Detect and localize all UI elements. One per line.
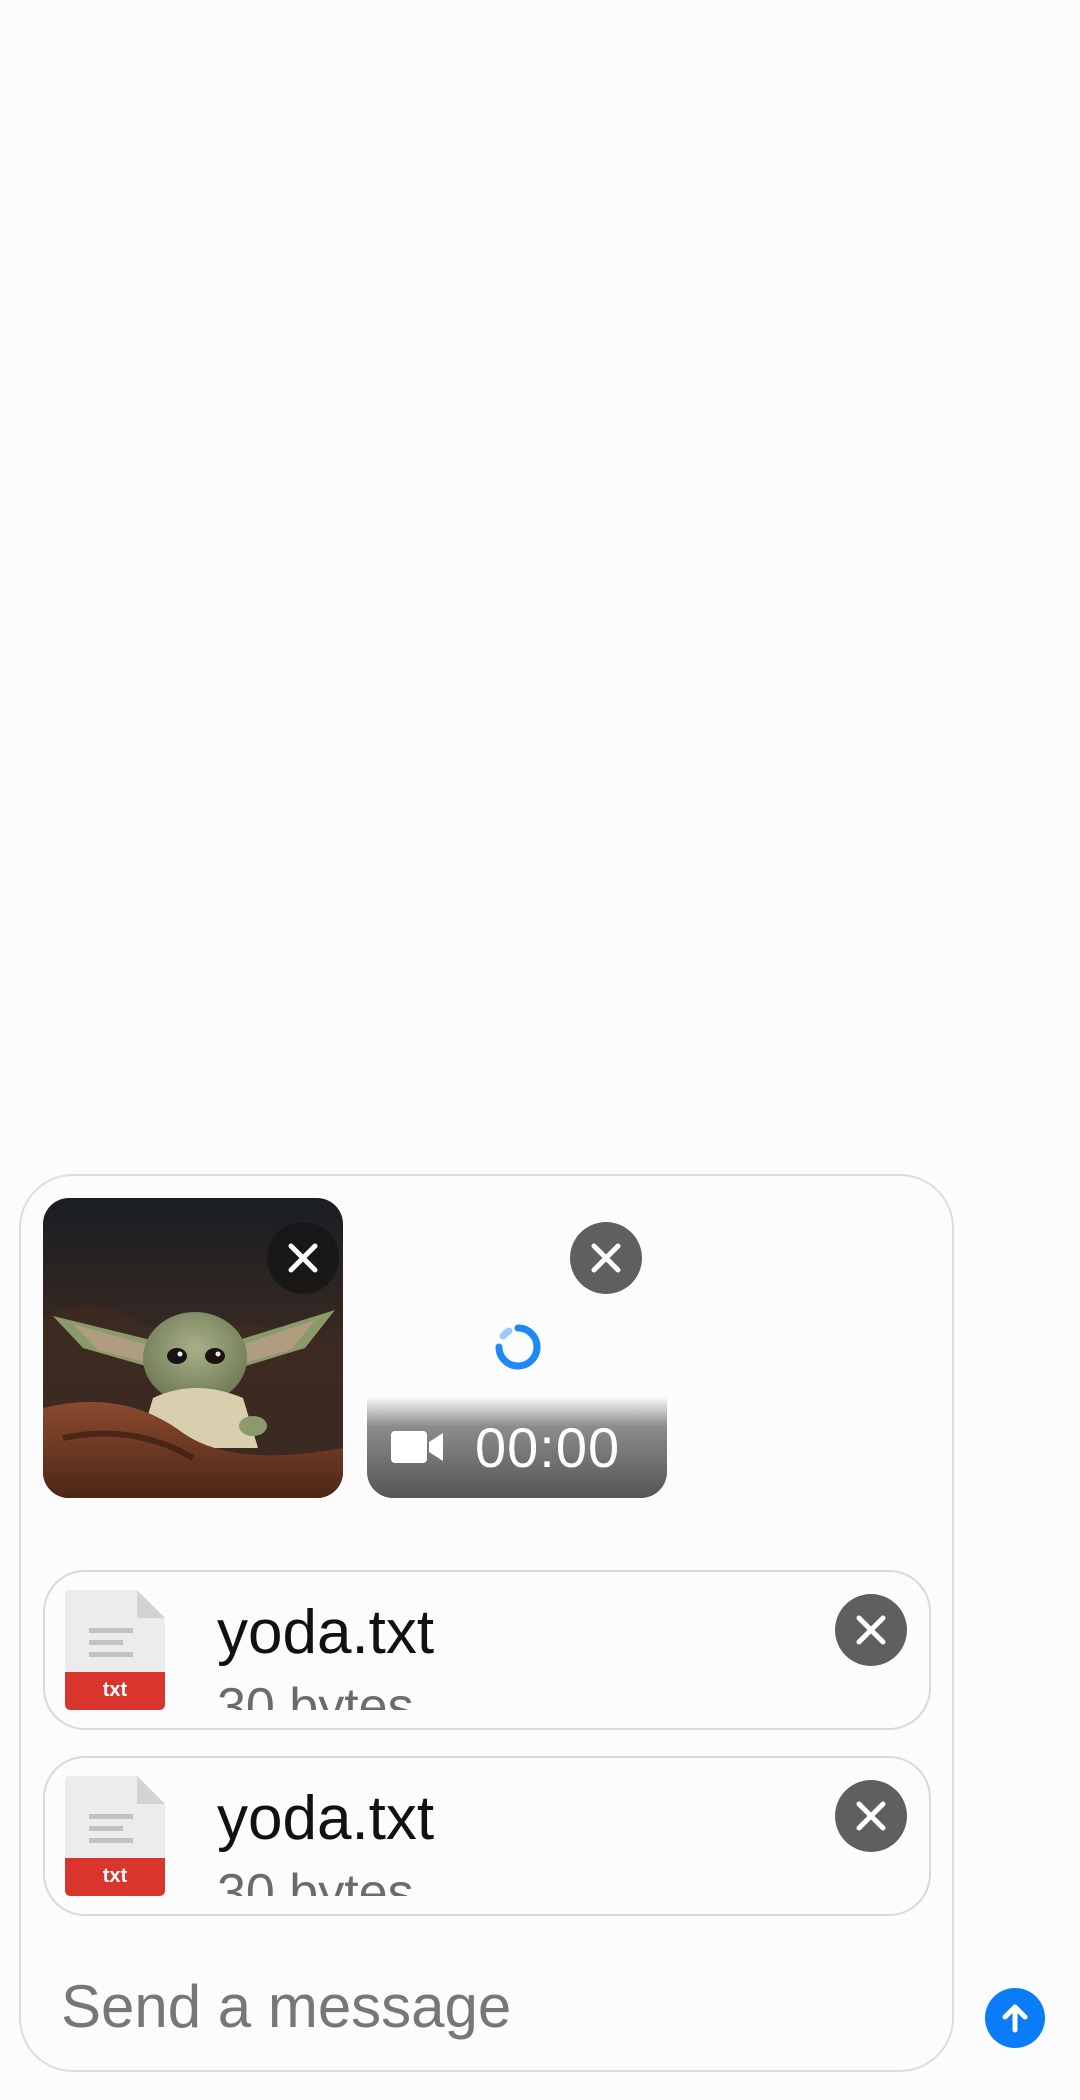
video-info-bar: 00:00 [367, 1396, 667, 1498]
message-composer: 00:00 txt yoda.txt 30 bytes txt yoda.txt… [19, 1174, 954, 2072]
arrow-up-icon [1002, 2004, 1028, 2033]
file-name: yoda.txt [217, 1598, 435, 1667]
remove-file-button[interactable] [835, 1594, 907, 1666]
close-icon [856, 1615, 886, 1645]
message-input[interactable] [61, 1966, 881, 2046]
remove-image-button[interactable] [267, 1222, 339, 1294]
file-size: 30 bytes [217, 1678, 414, 1710]
file-attachment[interactable]: txt yoda.txt 30 bytes [43, 1756, 931, 1916]
close-icon [288, 1243, 318, 1273]
loading-spinner-icon [495, 1324, 541, 1370]
send-button[interactable] [985, 1988, 1045, 2048]
close-icon [856, 1801, 886, 1831]
video-duration: 00:00 [475, 1415, 621, 1479]
file-size-container: 30 bytes [217, 1858, 414, 1896]
file-extension-label: txt [102, 1865, 128, 1887]
image-attachment-preview[interactable] [43, 1198, 343, 1498]
remove-file-button[interactable] [835, 1780, 907, 1852]
file-size: 30 bytes [217, 1864, 414, 1896]
video-camera-icon [391, 1431, 443, 1463]
file-attachment[interactable]: txt yoda.txt 30 bytes [43, 1570, 931, 1730]
file-name: yoda.txt [217, 1784, 435, 1853]
file-extension-label: txt [102, 1679, 128, 1701]
file-size-container: 30 bytes [217, 1672, 414, 1710]
remove-video-button[interactable] [570, 1222, 642, 1294]
video-attachment-preview[interactable]: 00:00 [367, 1198, 667, 1498]
close-icon [591, 1243, 621, 1273]
